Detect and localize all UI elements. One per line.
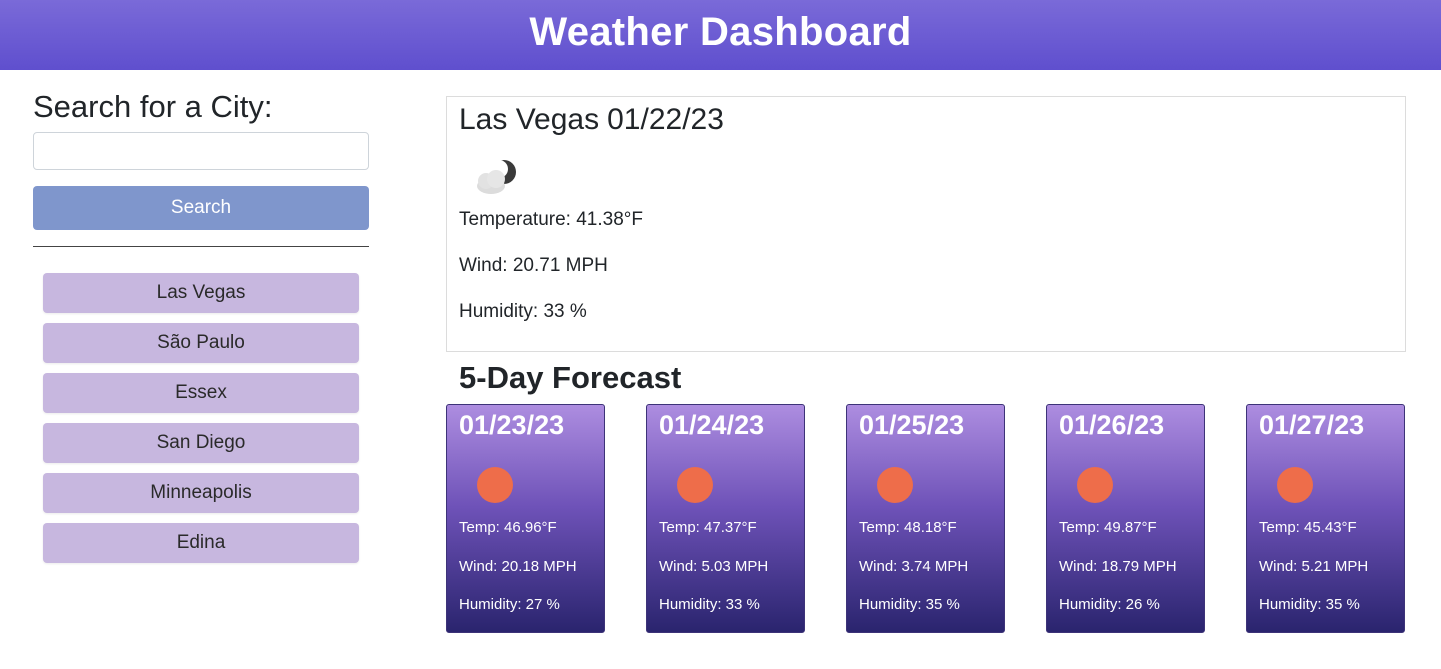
forecast-date: 01/24/23: [659, 410, 765, 440]
search-sidebar: Search for a City: Search Las Vegas São …: [33, 88, 369, 573]
search-history-list: Las Vegas São Paulo Essex San Diego Minn…: [33, 273, 369, 563]
forecast-humidity: Humidity: 26 %: [1059, 596, 1160, 613]
forecast-wind: Wind: 20.18 MPH: [459, 558, 577, 575]
current-weather-panel: Las Vegas 01/22/23 Temperature: 41.38°F W…: [446, 96, 1406, 352]
forecast-wind: Wind: 18.79 MPH: [1059, 558, 1177, 575]
search-button[interactable]: Search: [33, 186, 369, 230]
city-search-input[interactable]: [33, 132, 369, 170]
forecast-temp: Temp: 45.43°F: [1259, 519, 1357, 536]
current-temperature: Temperature: 41.38°F: [459, 209, 643, 230]
forecast-card: 01/25/23 Temp: 48.18°F Wind: 3.74 MPH Hu…: [846, 404, 1005, 633]
forecast-cards: 01/23/23 Temp: 46.96°F Wind: 20.18 MPH H…: [446, 404, 1406, 633]
current-city: Las Vegas: [459, 103, 600, 136]
current-date: 01/22/23: [607, 103, 724, 136]
forecast-humidity: Humidity: 33 %: [659, 596, 760, 613]
current-humidity: Humidity: 33 %: [459, 301, 587, 322]
forecast-date: 01/26/23: [1059, 410, 1165, 440]
forecast-card: 01/23/23 Temp: 46.96°F Wind: 20.18 MPH H…: [446, 404, 605, 633]
page-title: Weather Dashboard: [529, 9, 912, 54]
forecast-title: 5-Day Forecast: [459, 360, 682, 395]
sun-icon: [477, 467, 513, 503]
forecast-temp: Temp: 47.37°F: [659, 519, 757, 536]
forecast-card: 01/24/23 Temp: 47.37°F Wind: 5.03 MPH Hu…: [646, 404, 805, 633]
forecast-date: 01/25/23: [859, 410, 965, 440]
history-button-essex[interactable]: Essex: [43, 373, 359, 413]
sun-icon: [677, 467, 713, 503]
forecast-humidity: Humidity: 35 %: [859, 596, 960, 613]
history-button-edina[interactable]: Edina: [43, 523, 359, 563]
forecast-wind: Wind: 5.21 MPH: [1259, 558, 1369, 575]
history-button-minneapolis[interactable]: Minneapolis: [43, 473, 359, 513]
forecast-card: 01/26/23 Temp: 49.87°F Wind: 18.79 MPH H…: [1046, 404, 1205, 633]
sun-icon: [1277, 467, 1313, 503]
forecast-date: 01/23/23: [459, 410, 565, 440]
search-title: Search for a City:: [33, 89, 273, 124]
forecast-card: 01/27/23 Temp: 45.43°F Wind: 5.21 MPH Hu…: [1246, 404, 1405, 633]
divider: [33, 246, 369, 247]
partly-cloudy-night-icon: [469, 157, 519, 197]
forecast-temp: Temp: 46.96°F: [459, 519, 557, 536]
forecast-temp: Temp: 49.87°F: [1059, 519, 1157, 536]
forecast-wind: Wind: 5.03 MPH: [659, 558, 769, 575]
forecast-date: 01/27/23: [1259, 410, 1365, 440]
forecast-humidity: Humidity: 27 %: [459, 596, 560, 613]
sun-icon: [877, 467, 913, 503]
header-bar: Weather Dashboard: [0, 0, 1441, 70]
history-button-las-vegas[interactable]: Las Vegas: [43, 273, 359, 313]
history-button-san-diego[interactable]: San Diego: [43, 423, 359, 463]
forecast-humidity: Humidity: 35 %: [1259, 596, 1360, 613]
sun-icon: [1077, 467, 1113, 503]
current-wind: Wind: 20.71 MPH: [459, 255, 608, 276]
forecast-wind: Wind: 3.74 MPH: [859, 558, 969, 575]
forecast-temp: Temp: 48.18°F: [859, 519, 957, 536]
history-button-sao-paulo[interactable]: São Paulo: [43, 323, 359, 363]
current-weather-heading: Las Vegas 01/22/23: [459, 101, 1393, 139]
